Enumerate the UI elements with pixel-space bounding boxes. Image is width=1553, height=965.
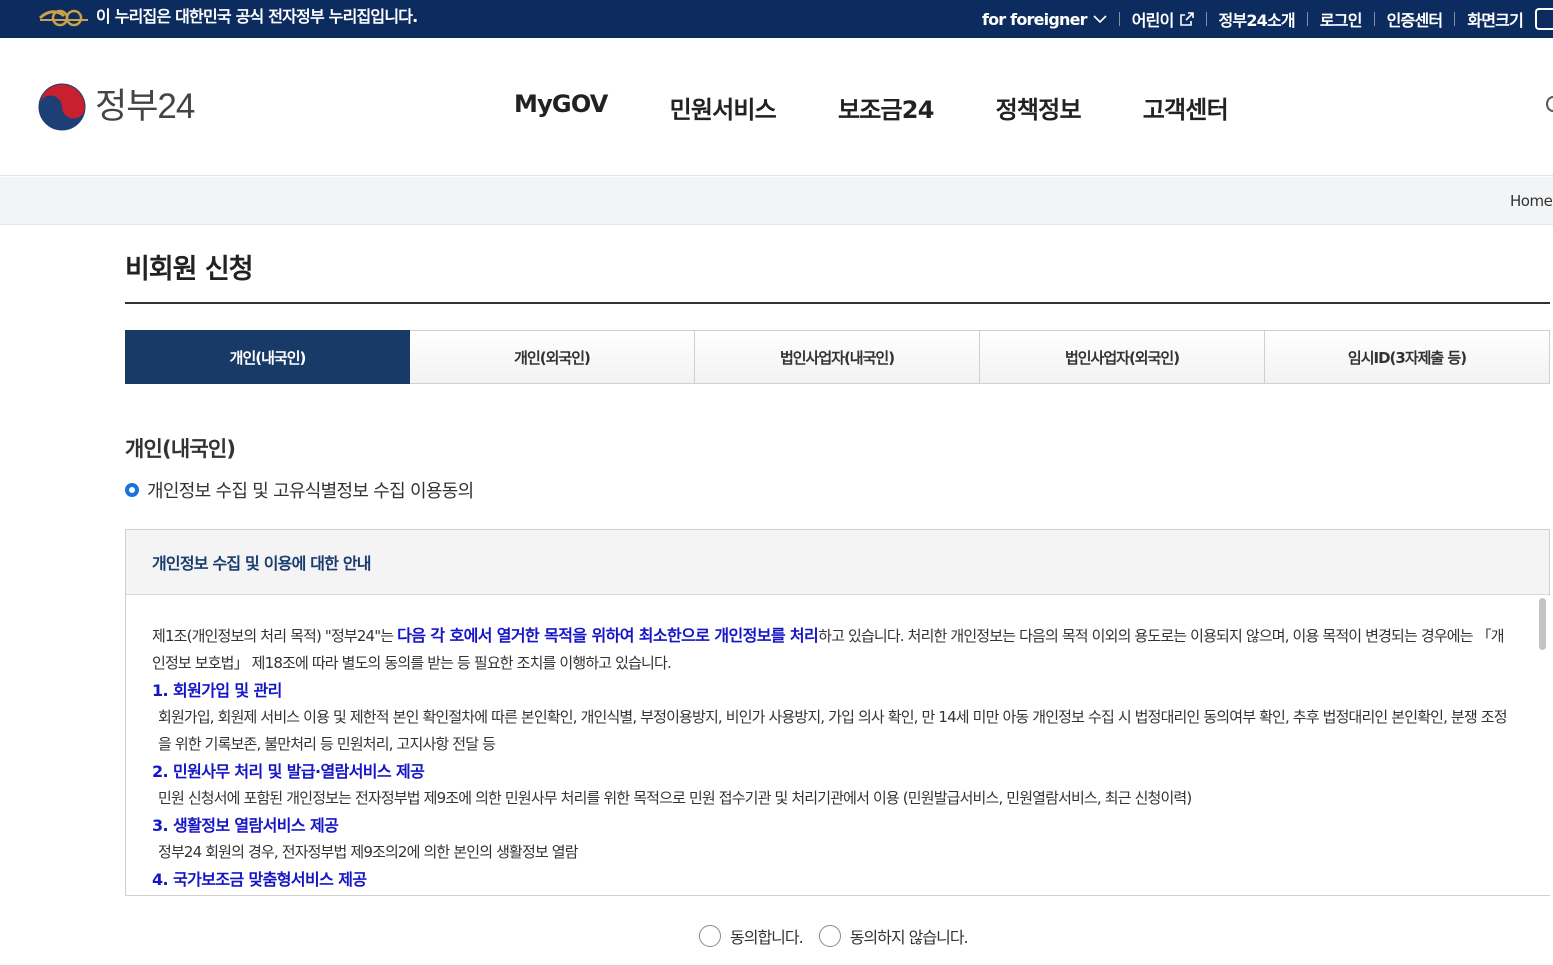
tab-temporary-id[interactable]: 임시ID(3자제출 등) <box>1265 330 1550 384</box>
terms-item-desc: 민원 신청서에 포함된 개인정보는 전자정부법 제9조에 의한 민원사무 처리를… <box>158 789 1192 807</box>
terms-item-desc: 회원가입, 회원제 서비스 이용 및 제한적 본인 확인절차에 따른 본인확인,… <box>158 708 1508 753</box>
terms-intro-highlight: 다음 각 호에서 열거한 목적을 위하여 최소한으로 개인정보를 처리 <box>397 626 819 645</box>
agree-radio[interactable] <box>699 925 721 947</box>
page-title: 비회원 신청 <box>125 254 254 285</box>
tab-personal-foreigner[interactable]: 개인(외국인) <box>410 330 695 384</box>
applicant-type-tabs: 개인(내국인) 개인(외국인) 법인사업자(내국인) 법인사업자(외국인) 임시… <box>125 330 1550 384</box>
external-link-icon <box>1179 12 1194 26</box>
kids-link[interactable]: 어린이 <box>1120 0 1206 38</box>
consent-heading-text: 개인정보 수집 및 고유식별정보 수집 이용동의 <box>147 481 474 502</box>
cert-center-link[interactable]: 인증센터 <box>1375 0 1455 38</box>
gov-banner: 이 누리집은 대한민국 공식 전자정부 누리집입니다. for foreigne… <box>0 0 1553 38</box>
foreigner-menu[interactable]: for foreigner <box>970 0 1119 38</box>
zoom-link[interactable]: 화면크기 <box>1455 0 1535 38</box>
egov-emblem-icon <box>38 9 88 27</box>
official-notice: 이 누리집은 대한민국 공식 전자정부 누리집입니다. <box>96 7 418 26</box>
terms-item-head: 3. 생활정보 열람서비스 제공 <box>152 816 339 835</box>
logo-text: 정부24 <box>95 87 195 126</box>
terms-item-desc: 정부24 회원의 경우, 전자정부법 제9조의2에 의한 본인의 생활정보 열람 <box>158 843 579 861</box>
terms-item-head: 1. 회원가입 및 관리 <box>152 681 282 700</box>
consent-heading: 개인정보 수집 및 고유식별정보 수집 이용동의 <box>125 477 474 503</box>
tab-corporate-domestic[interactable]: 법인사업자(내국인) <box>695 330 980 384</box>
tab-personal-domestic[interactable]: 개인(내국인) <box>125 330 410 384</box>
nav-subsidy[interactable]: 보조금24 <box>838 90 934 125</box>
terms-scrollbar[interactable] <box>1537 596 1550 895</box>
disagree-label: 동의하지 않습니다. <box>849 928 969 947</box>
terms-heading: 개인정보 수집 및 이용에 대한 안내 <box>126 530 1549 595</box>
nav-mygov[interactable]: MyGOV <box>514 90 608 125</box>
agree-label: 동의합니다. <box>730 928 804 947</box>
utility-nav: for foreigner 어린이 정부24소개 로그인 인증센터 화면크기 <box>970 0 1553 38</box>
disagree-radio[interactable] <box>818 925 841 947</box>
taegeuk-logo-icon <box>38 83 86 131</box>
nav-customer-center[interactable]: 고객센터 <box>1143 90 1229 125</box>
terms-item-head: 4. 국가보조금 맞춤형서비스 제공 <box>152 870 367 889</box>
tab-corporate-foreigner[interactable]: 법인사업자(외국인) <box>980 330 1265 384</box>
privacy-terms-box: 개인정보 수집 및 이용에 대한 안내 제1조(개인정보의 처리 목적) "정부… <box>125 529 1550 896</box>
circle-bullet-icon <box>125 483 139 497</box>
site-logo[interactable]: 정부24 <box>38 83 195 131</box>
zoom-button[interactable] <box>1535 8 1553 30</box>
about-link[interactable]: 정부24소개 <box>1207 0 1307 38</box>
site-header: 정부24 MyGOV 민원서비스 보조금24 정책정보 고객센터 <box>0 38 1553 176</box>
breadcrumb-home[interactable]: Home <box>1510 192 1553 210</box>
terms-item-head: 2. 민원사무 처리 및 발급·열람서비스 제공 <box>152 762 425 781</box>
terms-intro: 제1조(개인정보의 처리 목적) "정부24"는 다음 각 호에서 열거한 목적… <box>152 622 1512 677</box>
login-link[interactable]: 로그인 <box>1308 0 1374 38</box>
section-title: 개인(내국인) <box>125 437 236 461</box>
kids-label: 어린이 <box>1131 11 1175 30</box>
main-nav: MyGOV 민원서비스 보조금24 정책정보 고객센터 <box>514 90 1229 125</box>
nav-policy[interactable]: 정책정보 <box>996 90 1082 125</box>
title-divider <box>125 302 1550 304</box>
scrollbar-thumb[interactable] <box>1539 598 1546 650</box>
nav-civil-service[interactable]: 민원서비스 <box>670 90 777 125</box>
search-icon[interactable] <box>1546 96 1553 112</box>
consent-options: 동의합니다. 동의하지 않습니다. <box>699 924 969 948</box>
breadcrumb: Home <box>0 177 1553 225</box>
chevron-down-icon <box>1093 15 1107 24</box>
foreigner-label: for foreigner <box>981 9 1088 29</box>
disagree-option[interactable]: 동의하지 않습니다. <box>818 924 969 948</box>
terms-intro-pre: 제1조(개인정보의 처리 목적) "정부24"는 <box>152 627 398 645</box>
terms-content[interactable]: 제1조(개인정보의 처리 목적) "정부24"는 다음 각 호에서 열거한 목적… <box>126 596 1536 895</box>
agree-option[interactable]: 동의합니다. <box>699 924 804 948</box>
